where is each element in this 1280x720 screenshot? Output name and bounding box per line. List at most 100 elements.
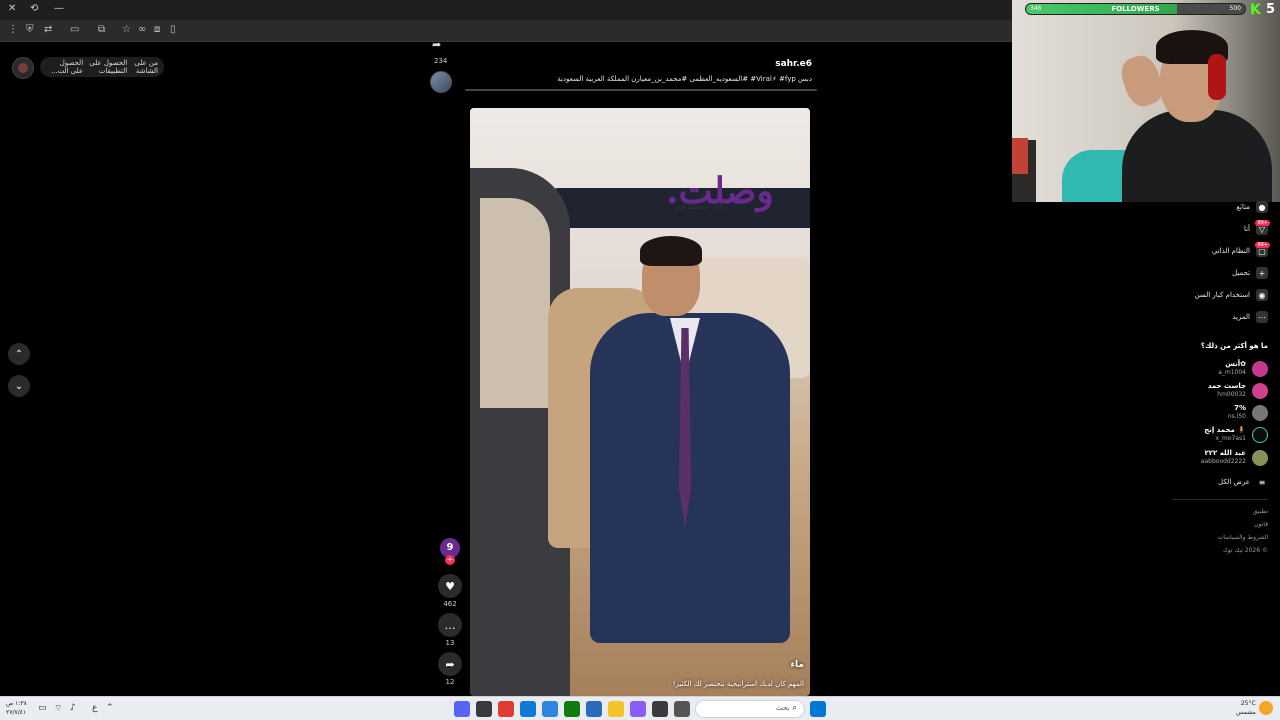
- discord-icon[interactable]: [454, 701, 470, 717]
- volume-icon[interactable]: ♪: [70, 703, 76, 713]
- clock-date: ٢٧/٧/٤١: [6, 709, 27, 716]
- windows-taskbar: ١:٣٨ ص ٢٧/٧/٤١ ▭ ⌔ ♪ ع ⌃ بحث ⌕ 25°C مشمس: [0, 696, 1280, 720]
- account-handle: a_m1004: [1218, 369, 1246, 376]
- menu-icon[interactable]: ⋮: [8, 24, 18, 35]
- cast-icon[interactable]: ⧈: [154, 24, 160, 35]
- notifications-icon[interactable]: ▭: [38, 703, 47, 713]
- translate-icon[interactable]: ⇄: [44, 24, 52, 35]
- heart-icon: ♥: [445, 579, 455, 593]
- account-name: محمد إنج 🧍: [1204, 426, 1246, 434]
- file-explorer-icon[interactable]: [608, 701, 624, 717]
- obs-icon[interactable]: [476, 701, 492, 717]
- install-icon[interactable]: ▯: [170, 24, 176, 35]
- pill-label: من على الشاشة: [134, 59, 158, 75]
- follower-goal-bar: 346 FOLLOWERS 500: [1025, 3, 1246, 15]
- kick-count: 5: [1266, 2, 1276, 17]
- follow-plus-icon[interactable]: +: [445, 555, 455, 565]
- sidebar-item-label: المزيد: [1232, 313, 1250, 321]
- restore-window-button[interactable]: ⟲: [30, 3, 38, 14]
- account-handle: hm00032: [1217, 391, 1246, 398]
- chevron-down-icon: ⌄: [14, 380, 24, 392]
- shield-icon[interactable]: ⛨: [26, 24, 34, 35]
- like-button[interactable]: ♥: [438, 574, 462, 598]
- account-avatar: [1252, 450, 1268, 466]
- video-author[interactable]: ماء: [790, 660, 804, 670]
- comment-count: 13: [445, 639, 455, 647]
- avatar-image: [18, 63, 28, 73]
- weather-widget[interactable]: 25°C مشمس: [1236, 699, 1256, 717]
- account-avatar: [1252, 361, 1268, 377]
- video-description: المهم كان لديك استراتيجية بتختصر لك الكث…: [672, 680, 804, 688]
- xbox-icon[interactable]: [564, 701, 580, 717]
- sidebar-item-label: استخدام كبار السن: [1194, 291, 1250, 299]
- share-button[interactable]: ➦: [438, 652, 462, 676]
- chevron-up-icon: ⌃: [14, 348, 24, 360]
- edge-icon[interactable]: [520, 701, 536, 717]
- suggested-account[interactable]: عبد الله ٢٢٢ aabboodd2222: [1178, 448, 1268, 468]
- get-app-pill[interactable]: من على الشاشة الحصول على التطبيقات الحصو…: [40, 57, 164, 77]
- previous-video-button[interactable]: ⌃: [8, 343, 30, 365]
- sidebar-item-label: تحميل: [1232, 269, 1250, 277]
- suggested-account[interactable]: جاسث حمد hm00032: [1178, 381, 1268, 401]
- wifi-icon[interactable]: ⌔: [54, 703, 62, 714]
- close-window-button[interactable]: ✕: [8, 3, 16, 14]
- profile-badge: 99+: [1255, 220, 1270, 226]
- start-icon[interactable]: [810, 701, 826, 717]
- suggested-account[interactable]: 7% ns.l50: [1178, 403, 1268, 423]
- share-count-top: 234: [434, 57, 448, 65]
- copilot-icon[interactable]: [630, 701, 646, 717]
- suggested-account[interactable]: أنس✿ a_m1004: [1178, 359, 1268, 379]
- minimize-window-button[interactable]: —: [54, 3, 64, 14]
- account-avatar: [1252, 405, 1268, 421]
- star-icon[interactable]: ☆: [122, 24, 131, 35]
- comment-button[interactable]: …: [438, 613, 462, 637]
- task-view-icon[interactable]: [674, 701, 690, 717]
- browser-active-icon[interactable]: [542, 701, 558, 717]
- clock[interactable]: ١:٣٨ ص ٢٧/٧/٤١: [6, 699, 27, 717]
- footer-link[interactable]: تطبيق: [1253, 508, 1268, 515]
- video-brand-subtitle: ذكاء اصطناعي: [674, 202, 728, 212]
- webcam-poster: [1012, 138, 1028, 174]
- sidebar-item-more[interactable]: ⋯ المزيد: [1232, 311, 1268, 323]
- search-icon: ⌕: [792, 703, 798, 713]
- more-icon: ⋯: [1256, 311, 1268, 323]
- follower-goal-label: FOLLOWERS: [1111, 5, 1160, 13]
- account-handle: ns.l50: [1227, 413, 1246, 420]
- kick-logo-icon: K: [1250, 2, 1261, 18]
- link-icon[interactable]: ∞: [138, 24, 146, 35]
- caption-divider: [465, 89, 817, 91]
- author-avatar[interactable]: [430, 71, 452, 93]
- taskbar-search[interactable]: بحث ⌕: [695, 700, 805, 718]
- sidebar-item-label: النظام الذاتي: [1211, 247, 1250, 255]
- footer-link[interactable]: الشروط والسياسات: [1218, 534, 1268, 541]
- video-player[interactable]: وصلت. ذكاء اصطناعي ماء المهم كان لديك اس…: [470, 108, 810, 696]
- extensions-icon[interactable]: ⧉: [98, 24, 105, 35]
- language-icon[interactable]: ع: [92, 703, 97, 713]
- tray-chevron-icon[interactable]: ⌃: [106, 703, 114, 713]
- sidebar-item-following[interactable]: ● متابَع: [1236, 201, 1268, 213]
- store-icon[interactable]: [586, 701, 602, 717]
- car-window: [480, 198, 550, 408]
- suggested-account[interactable]: محمد إنج 🧍 x_mo7as1: [1178, 425, 1268, 445]
- chrome-icon[interactable]: [498, 701, 514, 717]
- terminal-icon[interactable]: [652, 701, 668, 717]
- share-count: 12: [445, 678, 455, 686]
- account-name: أنس✿: [1225, 360, 1246, 368]
- see-all-link[interactable]: ≡ عرض الكل: [1218, 476, 1268, 488]
- account-name: عبد الله ٢٢٢: [1204, 449, 1246, 457]
- sidebar-divider: [1172, 499, 1268, 500]
- footer-link[interactable]: قانون: [1254, 521, 1268, 528]
- post-username[interactable]: sahr.e6: [775, 59, 812, 69]
- account-avatar: [1252, 383, 1268, 399]
- sidebar-item-seniors[interactable]: ◉ استخدام كبار السن: [1195, 289, 1268, 301]
- sidebar-item-upload[interactable]: + تحميل: [1232, 267, 1268, 279]
- account-avatar: [1252, 427, 1268, 443]
- next-video-button[interactable]: ⌄: [8, 375, 30, 397]
- sidebar-item-label: متابَع: [1236, 203, 1250, 211]
- sidebar-icon[interactable]: ▭: [70, 24, 79, 35]
- share-icon-top[interactable]: ➦: [432, 38, 441, 51]
- user-avatar[interactable]: [12, 57, 34, 79]
- weather-temp: 25°C: [1240, 700, 1256, 707]
- account-handle: x_mo7as1: [1215, 435, 1246, 442]
- sun-icon: [1259, 701, 1273, 715]
